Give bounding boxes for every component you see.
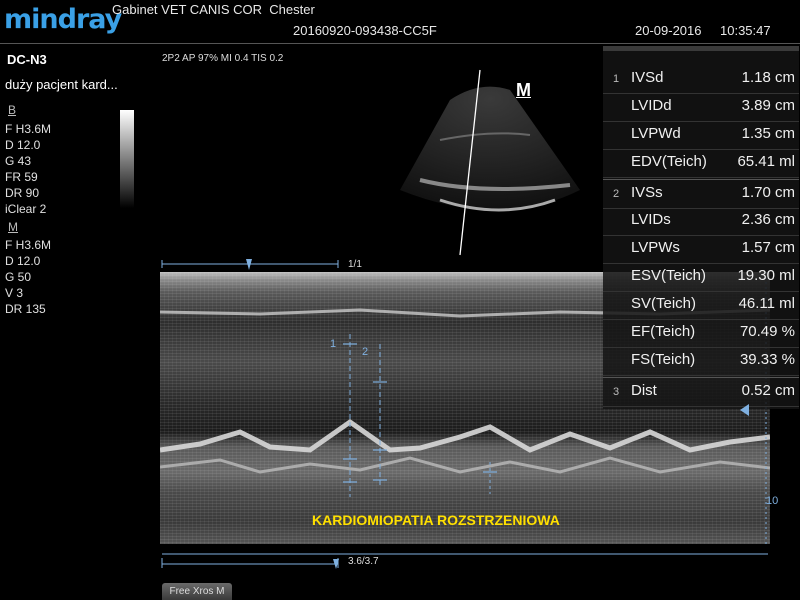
b-mode-text: B [8,103,17,117]
measurement-name: Dist [631,382,657,399]
measurement-value: 1.57 cm [741,239,795,256]
measurement-row[interactable]: 3 Dist 0.52 cm [603,377,799,407]
grayscale-bar [120,110,134,208]
measurement-row[interactable]: ESV(Teich) 19.30 ml [603,263,799,292]
b-param: FR 59 [5,170,38,184]
imaging-params: 2P2 AP 97% MI 0.4 TIS 0.2 [162,53,284,64]
patient-name: Chester [269,2,315,17]
measurement-index: 3 [613,386,620,398]
b-param: D 12.0 [5,138,41,152]
m-scale-label: 3.6/3.7 [348,556,379,567]
b-param: iClear 2 [5,202,47,216]
measurement-row[interactable]: SV(Teich) 46.11 ml [603,291,799,320]
measurement-panel: 1 IVSd 1.18 cm LVIDd 3.89 cm LVPWd 1.35 cm E… [603,46,799,409]
posterior-trace [160,456,770,474]
b-mode-sector [400,69,580,256]
measurement-name: EF(Teich) [631,323,696,340]
measurement-row[interactable]: EDV(Teich) 65.41 ml [603,149,799,178]
measurement-value: 65.41 ml [737,153,795,170]
b-param: G 43 [5,154,32,168]
measurement-name: FS(Teich) [631,351,696,368]
measurement-value: 39.33 % [739,351,795,368]
collapse-panel-icon[interactable] [740,404,749,416]
diagnosis-annotation: KARDIOMIOPATIA ROZSTRZENIOWA [312,512,560,528]
measurement-name: IVSs [631,184,663,201]
m-mode-icon: M [516,80,531,100]
measurement-value: 46.11 ml [738,295,795,312]
m-mode-label: M [8,219,18,235]
patient-type: duży pacjent kard... [5,77,118,92]
measurement-row[interactable]: EF(Teich) 70.49 % [603,319,799,348]
measurement-row[interactable]: LVIDd 3.89 cm [603,93,799,122]
measurement-name: ESV(Teich) [631,267,707,284]
m-param: DR 135 [5,302,46,316]
exam-id: 20160920-093438-CC5F [293,23,437,38]
measurement-row[interactable]: LVPWd 1.35 cm [603,121,799,150]
measurement-value: 1.18 cm [741,69,795,86]
free-xros-m-button[interactable]: Free Xros M [162,583,232,600]
m-scale-bar [161,553,768,569]
b-mode-label: B [8,102,16,118]
m-param: F H3.6M [5,238,52,252]
sector-shape [400,86,580,210]
measurement-row[interactable]: 2 IVSs 1.70 cm [603,179,799,209]
measurement-value: 0.52 cm [741,382,795,399]
measurement-value: 70.49 % [739,323,795,340]
depth-label: 10 [766,495,779,507]
measurement-name: LVIDs [631,211,671,228]
measurement-value: 1.70 cm [741,184,795,201]
b-param: DR 90 [5,186,40,200]
measurement-name: LVPWd [631,125,681,142]
m-param: D 12.0 [5,254,41,268]
b-scale-bar [161,259,339,270]
clinic-name: Gabinet VET CANIS COR Chester [112,2,315,17]
b-scale-label: 1/1 [348,259,362,270]
probe-label: DC-N3 [7,52,47,67]
b-params: F H3.6M D 12.0 G 43 FR 59 DR 90 iClear 2 [5,121,51,217]
measurement-row[interactable]: FS(Teich) 39.33 % [603,347,799,376]
measurement-value: 19.30 ml [737,267,795,284]
measurement-row[interactable]: LVIDs 2.36 cm [603,207,799,236]
m-mode-text: M [8,220,18,234]
measurement-name: EDV(Teich) [631,153,707,170]
caliper-marker-2: 2 [362,346,369,358]
exam-date: 20-09-2016 [635,23,702,38]
measurement-name: LVIDd [631,97,672,114]
b-param: F H3.6M [5,122,52,136]
caliper-marker-1: 1 [330,338,337,350]
exam-time: 10:35:47 [720,23,771,38]
measurement-value: 3.89 cm [741,97,795,114]
measurement-row[interactable]: 1 IVSd 1.18 cm [603,65,799,94]
measurement-name: IVSd [631,69,664,86]
measurement-value: 1.35 cm [741,125,795,142]
measurement-row[interactable]: LVPWs 1.57 cm [603,235,799,264]
m-params: F H3.6M D 12.0 G 50 V 3 DR 135 [5,237,51,317]
measurement-index: 2 [613,188,620,200]
lv-wall-trace [160,418,770,453]
measurement-name: SV(Teich) [631,295,697,312]
clinic-label: Gabinet VET CANIS COR [112,2,263,17]
measurement-name: LVPWs [631,239,680,256]
m-param: G 50 [5,270,32,284]
header-divider [0,43,800,44]
measurement-value: 2.36 cm [741,211,795,228]
mindray-logo: mindray [4,4,122,35]
measurement-index: 1 [613,73,620,85]
m-param: V 3 [5,286,24,300]
